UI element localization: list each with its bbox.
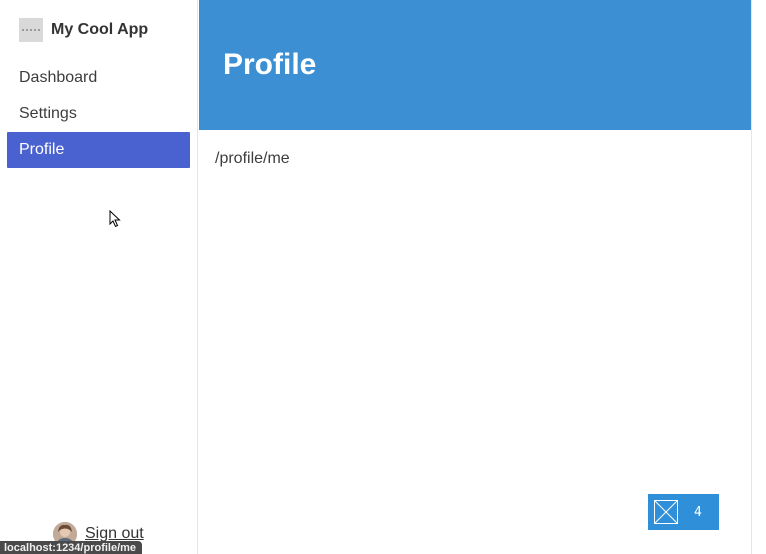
page-title: Profile [223,48,317,81]
sidebar-item-dashboard[interactable]: Dashboard [7,60,190,96]
notification-count: 4 [694,504,702,520]
notification-widget[interactable]: 4 [648,494,719,530]
sidebar-item-settings[interactable]: Settings [7,96,190,132]
status-bar-url: localhost:1234/profile/me [0,541,143,554]
sidebar-item-profile[interactable]: Profile [7,132,190,168]
placeholder-logo-icon [19,18,43,42]
app-window: My Cool App Dashboard Settings Profile S… [0,0,766,554]
main-content: Profile /profile/me [199,0,752,554]
brand[interactable]: My Cool App [19,18,148,42]
sidebar-nav: Dashboard Settings Profile [7,60,190,168]
app-name: My Cool App [51,21,149,38]
pointer-cursor-icon [109,210,121,228]
route-path: /profile/me [215,150,290,167]
page-header: Profile [199,0,751,130]
envelope-icon [654,500,678,524]
sidebar: My Cool App Dashboard Settings Profile S… [0,0,198,554]
